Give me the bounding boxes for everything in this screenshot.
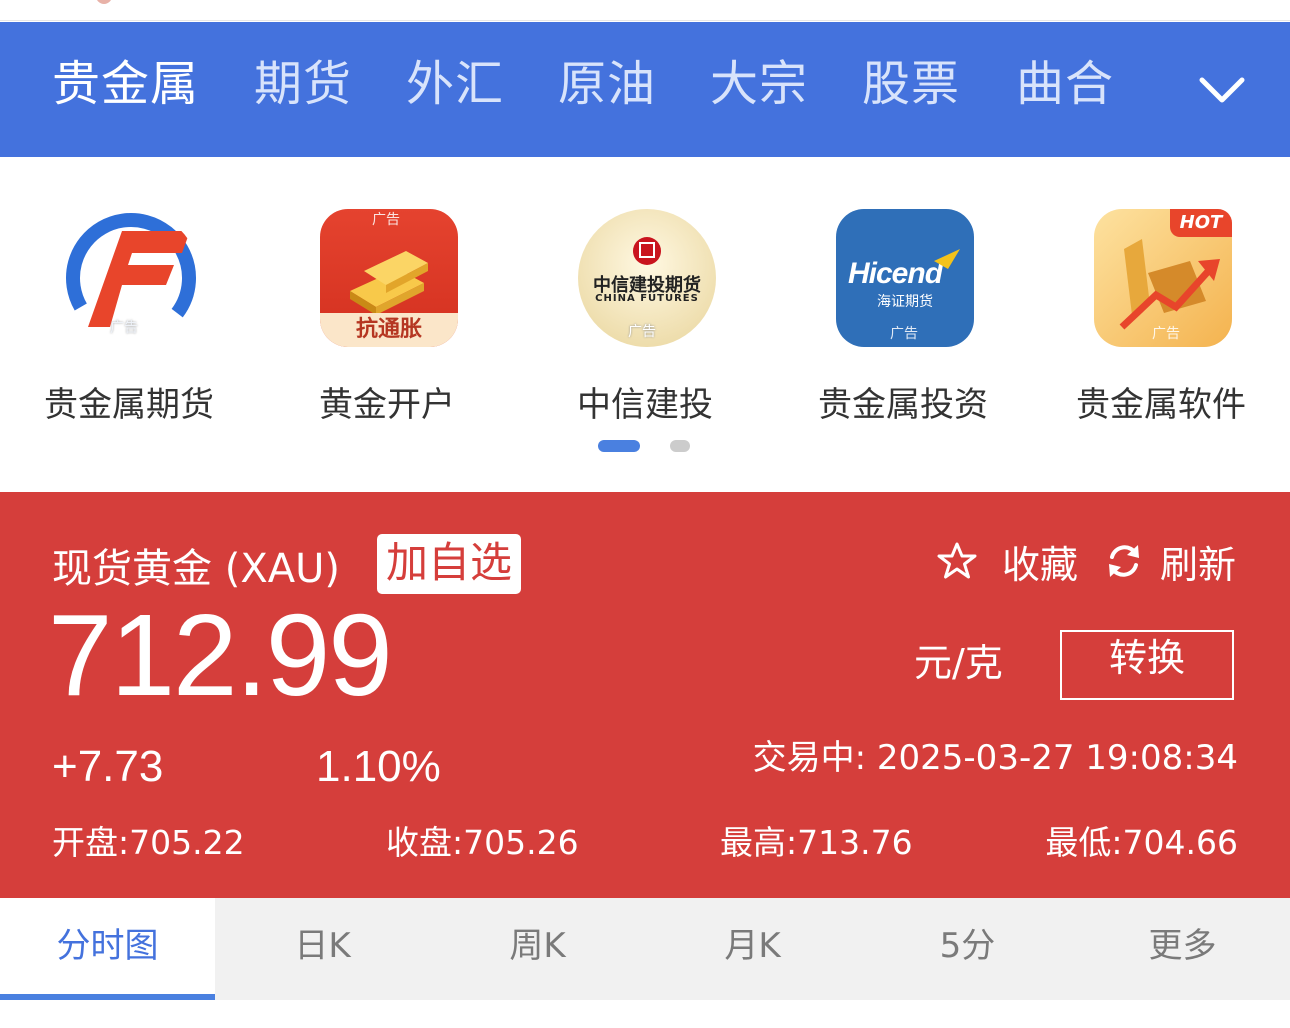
hicend-logo-icon: Hicend 海证期货 广告 <box>836 209 974 347</box>
current-price: 712.99 <box>48 590 393 720</box>
ad-item-metal-software[interactable]: 广告 HOT 贵金属软件 <box>1032 209 1290 439</box>
tab-forex[interactable]: 外汇 <box>406 52 504 116</box>
china-futures-logo-icon: 中信建投期货 CHINA FUTURES 广告 <box>578 209 716 347</box>
trading-status: 交易中: 2025-03-27 19:08:34 <box>752 738 1238 778</box>
instrument-name: 现货黄金 (XAU) <box>52 546 340 592</box>
page-dot[interactable] <box>670 440 690 452</box>
ad-caption: 抗通胀 <box>355 317 422 342</box>
page-dot-active[interactable] <box>598 440 640 452</box>
ad-tag: 广告 <box>110 320 138 336</box>
logo-subtext: CHINA FUTURES <box>595 293 699 304</box>
ad-item-precious-futures[interactable]: 广告 贵金属期货 <box>0 209 258 439</box>
close-price: 收盘:705.26 <box>386 823 579 862</box>
add-watchlist-button[interactable]: 加自选 <box>377 534 522 594</box>
tab-intraday[interactable]: 分时图 <box>0 898 215 1000</box>
refresh-label: 刷新 <box>1160 542 1237 587</box>
tab-stocks[interactable]: 股票 <box>862 52 960 116</box>
ad-tag: 广告 <box>628 324 656 340</box>
ad-label: 黄金开户 <box>319 385 455 425</box>
ad-label: 贵金属期货 <box>44 385 214 425</box>
chart-tabs: 分时图 日K 周K 月K 5分 更多 <box>0 898 1290 1000</box>
ad-tag: 广告 <box>372 212 400 228</box>
tab-5-minute[interactable]: 5分 <box>860 898 1075 1000</box>
ad-icon-row: 广告 贵金属期货 广告 抗通胀 黄金开户 中信建投期货 CHINA FUTURE… <box>0 157 1290 488</box>
ad-tag: 广告 <box>890 326 918 342</box>
tab-commodities[interactable]: 大宗 <box>710 52 808 116</box>
quote-panel: 现货黄金 (XAU) 加自选 收藏 刷新 712.99 元/克 转换 +7.73… <box>0 492 1290 898</box>
price-unit: 元/克 <box>914 641 1003 685</box>
tab-futures[interactable]: 期货 <box>254 52 352 116</box>
category-nav: 贵金属 期货 外汇 原油 大宗 股票 曲合 <box>0 22 1290 157</box>
refresh-icon <box>1109 545 1139 577</box>
tab-other[interactable]: 曲合 <box>1016 52 1114 116</box>
low-price: 最低:704.66 <box>1045 823 1238 862</box>
gf-futures-logo-icon: 广告 <box>62 209 200 347</box>
ad-item-citic[interactable]: 中信建投期货 CHINA FUTURES 广告 中信建投 <box>516 209 774 439</box>
hot-badge: HOT <box>1170 209 1232 237</box>
ad-label: 贵金属投资 <box>818 385 988 425</box>
tab-more[interactable]: 更多 <box>1075 898 1290 1000</box>
tab-daily-k[interactable]: 日K <box>215 898 430 1000</box>
convert-button[interactable]: 转换 <box>1060 630 1234 700</box>
top-strip <box>0 0 1290 21</box>
ad-item-hicend[interactable]: Hicend 海证期货 广告 贵金属投资 <box>774 209 1032 439</box>
tab-crude-oil[interactable]: 原油 <box>558 52 656 116</box>
high-price: 最高:713.76 <box>720 823 913 862</box>
star-icon <box>937 542 977 579</box>
chevron-down-icon[interactable] <box>1196 72 1248 108</box>
favorite-label: 收藏 <box>1002 542 1079 587</box>
tab-weekly-k[interactable]: 周K <box>430 898 645 1000</box>
price-change: +7.73 <box>52 742 164 791</box>
tab-precious-metals[interactable]: 贵金属 <box>52 52 199 116</box>
tab-monthly-k[interactable]: 月K <box>645 898 860 1000</box>
gold-bars-logo-icon: 广告 抗通胀 <box>320 209 458 347</box>
logo-text: Hicend <box>848 257 943 290</box>
logo-subtext: 海证期货 <box>877 294 933 310</box>
favorite-button[interactable]: 收藏 <box>936 536 1079 587</box>
refresh-button[interactable]: 刷新 <box>1104 536 1237 587</box>
ad-label: 贵金属软件 <box>1076 385 1246 425</box>
page-indicator <box>598 440 698 454</box>
logo-fragment <box>96 0 112 4</box>
ad-label: 中信建投 <box>577 385 713 425</box>
price-change-percent: 1.10% <box>316 742 441 791</box>
ad-tag: 广告 <box>1152 326 1180 342</box>
open-price: 开盘:705.22 <box>52 823 245 862</box>
ad-item-gold-account[interactable]: 广告 抗通胀 黄金开户 <box>258 209 516 439</box>
